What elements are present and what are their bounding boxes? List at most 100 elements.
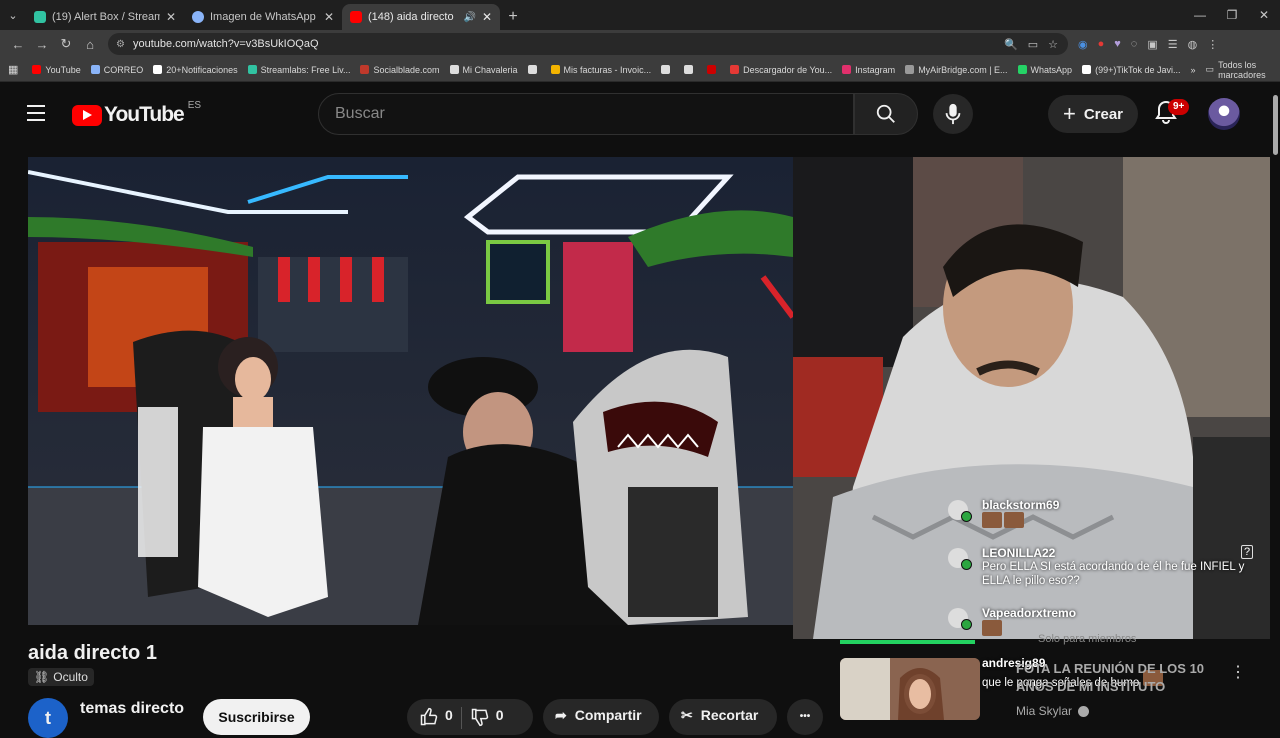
search-input[interactable]: Buscar [318, 93, 854, 135]
more-actions-button[interactable]: ••• [787, 699, 823, 735]
bookmark-item[interactable]: CORREO [90, 64, 144, 75]
bookmark-item[interactable] [527, 65, 541, 74]
clip-label: Recortar [700, 707, 759, 723]
recommended-video-title[interactable]: FOTA LA REUNIÓN DE LOS 10 AÑOS DE MI INS… [1016, 660, 1216, 696]
bookmark-item[interactable]: 20+Notificaciones [153, 65, 238, 75]
site-info-icon[interactable]: ⚙ [116, 39, 125, 50]
youtube-logo[interactable]: YouTube ES [72, 100, 201, 127]
recommended-video-thumbnail[interactable] [840, 658, 980, 720]
tab-search-button[interactable]: ⌄ [0, 0, 26, 30]
scissors-icon: ✂ [681, 707, 693, 723]
user-avatar [948, 500, 972, 522]
bookmark-item[interactable]: Mi Chavaleria [449, 65, 518, 75]
extensions-area: ◉ ● ♥ ◌ ▣ ☰ ◍ ⋮ [1078, 38, 1218, 51]
reload-icon[interactable]: ↻ [54, 32, 78, 56]
profile-icon[interactable]: ◍ [1188, 38, 1198, 51]
recommended-channel-name: Mia Skylar [1016, 704, 1073, 718]
clip-button[interactable]: ✂ Recortar [669, 699, 777, 735]
bookmarks-bar: ▦ YouTube CORREO 20+Notificaciones Streamla… [0, 58, 1280, 82]
bookmark-item[interactable] [707, 65, 720, 74]
share-button[interactable]: ➦ Compartir [543, 699, 659, 735]
apps-grid-icon[interactable]: ▦ [8, 63, 18, 76]
extension-icon[interactable]: ◉ [1078, 38, 1088, 51]
bookmark-label: Descargador de You... [743, 64, 833, 75]
channel-avatar[interactable]: t [28, 698, 68, 738]
address-bar[interactable]: ⚙ youtube.com/watch?v=v3BsUkIOQaQ 🔍 ▭ ☆ [108, 33, 1068, 55]
bookmark-item[interactable]: WhatsApp [1017, 65, 1072, 75]
more-bookmarks-icon[interactable]: » [1191, 65, 1196, 75]
reading-list-icon[interactable]: ☰ [1168, 38, 1178, 51]
chat-message: LEONILLA22 Pero ELLA SI está acordando d… [948, 546, 1248, 588]
bookmark-item[interactable]: Streamlabs: Free Liv... [247, 65, 350, 75]
bookmark-item[interactable]: Descargador de You... [730, 65, 832, 75]
folder-icon: ▭ [1205, 64, 1215, 74]
new-tab-button[interactable]: + [500, 4, 526, 30]
link-icon: ⛓ [34, 670, 50, 684]
chat-text: Pero ELLA SI está acordando de él he fue… [982, 561, 1245, 587]
video-title: aida directo 1 [28, 642, 157, 664]
bookmark-item[interactable] [661, 65, 674, 74]
back-icon[interactable]: ← [6, 32, 30, 56]
recommended-channel[interactable]: Mia Skylar [1016, 704, 1090, 718]
privacy-label: Oculto [53, 670, 88, 684]
extension-icon[interactable]: ● [1098, 38, 1105, 50]
close-tab-icon[interactable]: ✕ [166, 10, 176, 24]
bookmark-star-icon[interactable]: ☆ [1048, 38, 1058, 51]
close-tab-icon[interactable]: ✕ [482, 10, 492, 24]
forward-icon[interactable]: → [30, 32, 54, 56]
extension-icon[interactable]: ◌ [1131, 38, 1138, 50]
bookmark-item[interactable]: Mis facturas - Invoic... [550, 65, 651, 75]
home-icon[interactable]: ⌂ [78, 32, 102, 56]
bookmark-item[interactable]: (99+)TikTok de Javi... [1082, 65, 1181, 75]
bookmark-label: YouTube [45, 64, 81, 75]
bookmark-item[interactable] [684, 65, 697, 74]
create-button[interactable]: + Crear [1048, 95, 1138, 133]
all-bookmarks-folder[interactable]: ▭ Todos los marcadores [1206, 60, 1270, 80]
video-player[interactable] [28, 157, 793, 625]
channel-name[interactable]: temas directo [80, 700, 184, 718]
dislike-count: 0 [495, 707, 504, 723]
browser-menu-icon[interactable]: ⋮ [1207, 38, 1218, 51]
divider [460, 707, 462, 729]
close-tab-icon[interactable]: ✕ [324, 10, 334, 24]
bookmark-favicon-icon [90, 65, 100, 74]
dislike-button[interactable]: 0 [470, 707, 504, 727]
thumbs-down-icon [471, 708, 489, 727]
scrollbar-thumb[interactable] [1273, 95, 1278, 155]
voice-search-button[interactable] [933, 94, 973, 134]
tab-alert-box[interactable]: (19) Alert Box / Streamlabs ✕ [26, 4, 184, 30]
user-avatar [948, 608, 972, 630]
verified-icon [1078, 706, 1090, 718]
like-button[interactable]: 0 [419, 707, 453, 727]
menu-hamburger-icon[interactable] [27, 105, 45, 121]
cast-icon[interactable]: ▭ [1028, 38, 1038, 51]
chat-username: LEONILLA22 [982, 546, 1056, 560]
bookmark-favicon-icon [32, 65, 42, 74]
tab-whatsapp-image[interactable]: Imagen de WhatsApp 2026-01 ✕ [184, 4, 342, 30]
extension-icon[interactable]: ♥ [1114, 38, 1121, 50]
browser-tab-strip: ⌄ (19) Alert Box / Streamlabs ✕ Imagen d… [0, 0, 1280, 30]
extensions-puzzle-icon[interactable]: ▣ [1147, 38, 1157, 51]
account-avatar[interactable] [1208, 98, 1240, 130]
restore-icon[interactable]: ❐ [1216, 0, 1248, 30]
tab-title: (148) aida directo 1 - YouTu [368, 11, 457, 23]
close-window-icon[interactable]: ✕ [1248, 0, 1280, 30]
page-scrollbar[interactable] [1270, 83, 1280, 720]
recommendation-menu-icon[interactable]: ⋮ [1230, 662, 1246, 682]
bookmark-item[interactable]: Instagram [842, 65, 895, 75]
bookmark-label: CORREO [103, 64, 144, 75]
plus-icon: + [1062, 101, 1076, 126]
bookmark-favicon-icon [153, 65, 163, 74]
minimize-icon[interactable]: — [1184, 0, 1216, 30]
bookmark-item[interactable]: MyAirBridge.com | E... [905, 65, 1008, 75]
tab-title: Imagen de WhatsApp 2026-01 [210, 11, 318, 23]
audio-playing-icon[interactable]: 🔊 [463, 12, 475, 23]
bookmark-item[interactable]: YouTube [32, 64, 81, 75]
search-button[interactable] [854, 93, 918, 135]
url-text: youtube.com/watch?v=v3BsUkIOQaQ [132, 38, 319, 50]
tab-youtube-video[interactable]: (148) aida directo 1 - YouTu 🔊 ✕ [342, 4, 500, 30]
subscribe-button[interactable]: Suscribirse [203, 699, 310, 735]
bookmark-item[interactable]: Socialblade.com [360, 65, 440, 75]
zoom-icon[interactable]: 🔍 [1004, 38, 1018, 51]
help-icon[interactable]: ? [1241, 545, 1254, 559]
